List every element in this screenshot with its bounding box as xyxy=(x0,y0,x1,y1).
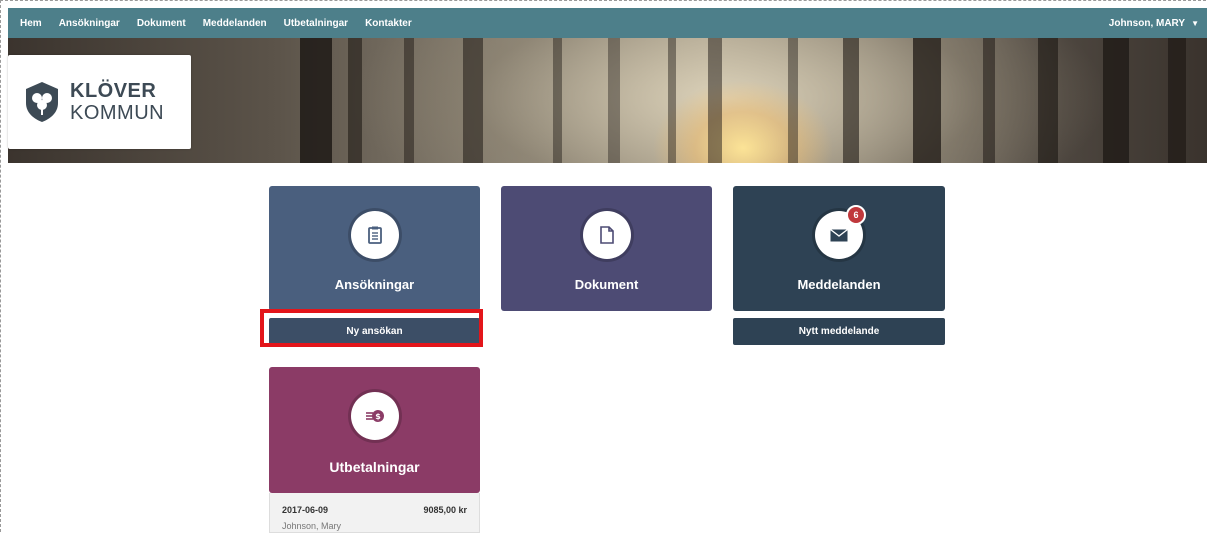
top-navigation-bar: Hem Ansökningar Dokument Meddelanden Utb… xyxy=(8,8,1207,39)
nav-item-utbetalningar[interactable]: Utbetalningar xyxy=(284,18,348,29)
envelope-icon xyxy=(830,228,848,241)
nav-item-ansokningar[interactable]: Ansökningar xyxy=(59,18,120,29)
tile-label: Ansökningar xyxy=(334,277,415,292)
document-icon xyxy=(599,226,614,244)
tile-dokument[interactable]: Dokument xyxy=(501,186,712,311)
payment-amount: 9085,00 kr xyxy=(423,505,467,515)
tile-label: Meddelanden xyxy=(797,277,881,292)
logo-line-1: KLÖVER xyxy=(70,80,157,102)
payment-recipient: Johnson, Mary xyxy=(282,521,342,531)
money-icon: $ xyxy=(365,410,384,422)
nav-item-meddelanden[interactable]: Meddelanden xyxy=(203,18,267,29)
logo-text: KLÖVER KOMMUN xyxy=(70,81,164,123)
tile-icon-circle xyxy=(582,211,631,259)
nav-item-kontakter[interactable]: Kontakter xyxy=(365,18,412,29)
svg-text:$: $ xyxy=(375,412,381,421)
clipboard-icon xyxy=(367,226,382,244)
nav-items: Hem Ansökningar Dokument Meddelanden Utb… xyxy=(8,18,429,29)
nav-item-hem[interactable]: Hem xyxy=(20,18,42,29)
tile-icon-circle xyxy=(350,211,399,259)
user-menu[interactable]: Johnson, MARY ▼ xyxy=(1109,8,1199,38)
user-name: Johnson, MARY xyxy=(1108,17,1186,29)
tile-label: Dokument xyxy=(574,277,639,292)
payment-date: 2017-06-09 xyxy=(282,505,329,515)
caret-down-icon: ▼ xyxy=(1191,18,1199,28)
tile-icon-circle: $ xyxy=(350,392,399,440)
payment-list-item[interactable]: 2017-06-09 9085,00 kr Johnson, Mary xyxy=(269,493,480,533)
nav-item-dokument[interactable]: Dokument xyxy=(137,18,186,29)
tile-ansokningar[interactable]: Ansökningar xyxy=(269,186,480,311)
municipality-logo[interactable]: KLÖVER KOMMUN xyxy=(8,55,191,149)
tile-label: Utbetalningar xyxy=(329,459,420,475)
new-application-button[interactable]: Ny ansökan xyxy=(269,318,480,345)
tile-utbetalningar[interactable]: $ Utbetalningar xyxy=(269,367,480,493)
clover-shield-icon xyxy=(26,82,58,122)
tile-meddelanden[interactable]: Meddelanden xyxy=(733,186,945,311)
new-message-button[interactable]: Nytt meddelande xyxy=(733,318,945,345)
unread-count-badge: 6 xyxy=(846,205,866,225)
logo-line-2: KOMMUN xyxy=(70,102,165,124)
